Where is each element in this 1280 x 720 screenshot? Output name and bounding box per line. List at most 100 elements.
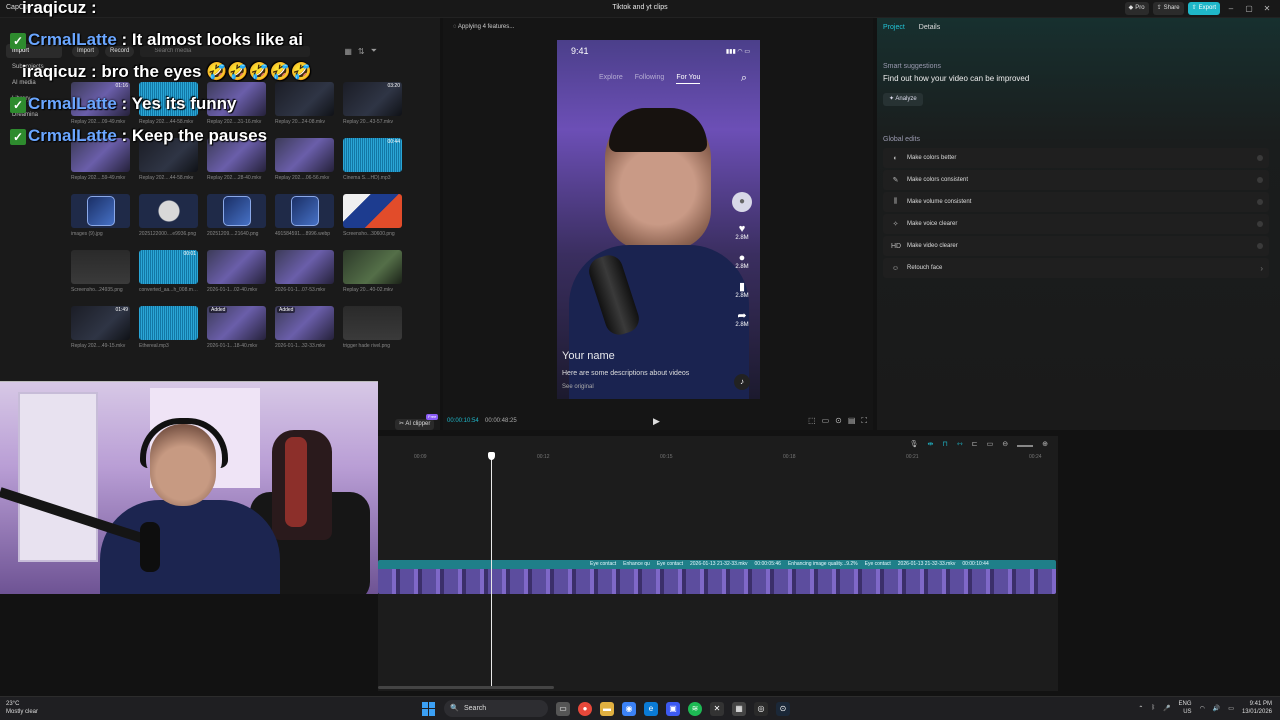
preview-axis-icon[interactable]: ⊏ — [972, 440, 978, 452]
zoom-out-icon[interactable]: ⊖ — [1002, 440, 1008, 452]
steam-icon[interactable]: ⊙ — [776, 701, 790, 716]
pro-button[interactable]: ◆ Pro — [1124, 2, 1149, 15]
obs-icon[interactable]: ◎ — [754, 701, 768, 716]
toggle-indicator[interactable] — [1257, 221, 1263, 227]
media-duration: 00:01 — [183, 251, 196, 257]
crop-icon[interactable]: ⬚ — [808, 416, 816, 426]
wifi-icon[interactable]: ◠ — [1200, 705, 1205, 712]
aspect-icon[interactable]: ▤ — [848, 416, 856, 426]
maximize-icon[interactable]: ▢ — [1242, 2, 1256, 15]
media-item[interactable]: Screensho...24935.png — [71, 250, 130, 293]
media-filename: Replay 202....06-56.mkv — [275, 175, 330, 181]
chat-separator: : — [86, 62, 102, 81]
mic-tray-icon[interactable]: 🎤 — [1163, 705, 1170, 712]
media-thumbnail — [207, 194, 266, 228]
close-icon[interactable]: ✕ — [1260, 2, 1274, 15]
snap-icon[interactable]: ⇿ — [957, 440, 963, 452]
toggle-indicator[interactable] — [1257, 243, 1263, 249]
clip-label: Enhance qu — [623, 561, 650, 567]
edit-make-voice-clearer[interactable]: ✧ Make voice clearer — [883, 214, 1269, 234]
media-item[interactable]: 2025122000....e9936.png — [139, 194, 198, 237]
brush-icon: ✎ — [892, 177, 899, 184]
media-item[interactable]: trigger hade rivel.png — [343, 306, 402, 349]
edit-make-colors-consistent[interactable]: ✎ Make colors consistent — [883, 170, 1269, 190]
media-item[interactable]: 01:49 Replay 202....49-15.mkv — [71, 306, 130, 349]
language-indicator[interactable]: ENG US — [1179, 700, 1192, 716]
tab-details[interactable]: Details — [919, 24, 940, 31]
task-view-icon[interactable]: ▭ — [556, 701, 570, 716]
file-explorer-icon[interactable]: ▬ — [600, 701, 614, 716]
playhead[interactable] — [488, 452, 495, 687]
media-item[interactable]: Replay 20...40-02.mkv — [343, 250, 402, 293]
weather-widget[interactable]: 23°C Mostly clear — [6, 700, 38, 716]
mic-icon[interactable]: 🎙 — [910, 440, 919, 452]
analyze-button[interactable]: ✦ Analyze — [883, 93, 923, 106]
toggle-indicator[interactable] — [1257, 177, 1263, 183]
share-button[interactable]: ⇪ Share — [1152, 2, 1184, 15]
media-thumbnail — [343, 306, 402, 340]
media-item[interactable]: Screensho...30600.png — [343, 194, 402, 237]
filter-icon[interactable]: ⏷ — [371, 46, 377, 56]
media-item[interactable]: Ethereal.mp3 — [139, 306, 198, 349]
toggle-indicator[interactable] — [1257, 199, 1263, 205]
phone-action-rail: ● ♥ 2.8M ● 2.8M ▮ 2.8M ➦ 2.8M — [732, 192, 752, 328]
taskbar-search[interactable]: Search — [444, 700, 548, 717]
ai-clipper-button[interactable]: ✂ AI clipper Free — [395, 414, 439, 430]
spotify-icon[interactable]: ≋ — [688, 701, 702, 716]
media-item[interactable]: 491584591....8996.webp — [275, 194, 334, 237]
media-item[interactable]: Added 2026-01-1...32-33.mkv — [275, 306, 334, 349]
video-preview[interactable]: 9:41 ▮▮▮ ◠ ▭ Explore Following For You ⌕… — [557, 40, 760, 399]
grid-view-icon[interactable]: ▦ — [344, 47, 352, 56]
timeline-scrollbar[interactable] — [378, 686, 554, 689]
timeline-toolbar: 🎙 ⇹ ⊓ ⇿ ⊏ ▭ ⊖ ⊕ — [378, 440, 1058, 452]
checkmark-badge-icon: ✓ — [10, 32, 26, 49]
chrome-icon[interactable]: ● — [578, 701, 592, 716]
media-filename: Screensho...30600.png — [343, 231, 395, 237]
media-item[interactable]: Added 2026-01-1...18-40.mkv — [207, 306, 266, 349]
clock[interactable]: 9:41 PM 13/01/2026 — [1242, 700, 1272, 716]
chat-username: CrmalLatte — [28, 94, 117, 113]
calculator-icon[interactable]: ▦ — [732, 701, 746, 716]
store-icon[interactable]: ▣ — [666, 701, 680, 716]
media-item[interactable]: 00:44 Cinema S....HD).mp3 — [343, 138, 402, 181]
media-item[interactable]: 2026-01-1...02-40.mkv — [207, 250, 266, 293]
media-filename: images (9).jpg — [71, 231, 103, 237]
zoom-slider[interactable] — [1017, 445, 1034, 447]
discord-icon[interactable]: ◉ — [622, 701, 636, 716]
zoom-icon[interactable]: ⊙ — [835, 416, 842, 426]
phone-username: Your name — [562, 350, 615, 362]
battery-icon[interactable]: ▭ — [1228, 705, 1234, 712]
edit-make-volume-consistent[interactable]: ⫼ Make volume consistent — [883, 192, 1269, 212]
ruler-tick: 00:18 — [783, 454, 796, 460]
fullscreen-icon[interactable]: ⛶ — [861, 416, 867, 426]
media-item[interactable]: 20251209....21640.png — [207, 194, 266, 237]
export-button[interactable]: ⇧ Export — [1187, 2, 1220, 15]
media-item[interactable]: images (9).jpg — [71, 194, 130, 237]
current-time: 00:00:10:54 — [447, 418, 479, 424]
bluetooth-icon[interactable]: ᛒ — [1151, 705, 1155, 711]
magnet-icon[interactable]: ⊓ — [942, 440, 947, 452]
media-item[interactable]: 00:01 converted_aa...h_008.mp3 — [139, 250, 198, 293]
play-icon[interactable]: ▶ — [653, 416, 660, 427]
chevron-up-icon[interactable]: ⌃ — [1138, 705, 1143, 712]
caption-icon[interactable]: ▭ — [987, 440, 994, 452]
edit-make-video-clearer[interactable]: HD Make video clearer — [883, 236, 1269, 256]
phone-search-icon: ⌕ — [740, 72, 747, 84]
zoom-in-icon[interactable]: ⊕ — [1042, 440, 1048, 452]
windows-start-icon[interactable] — [422, 701, 436, 716]
link-icon[interactable]: ⇹ — [928, 440, 934, 452]
edit-label: Make volume consistent — [907, 199, 972, 205]
edge-icon[interactable]: e — [644, 701, 658, 716]
sort-icon[interactable]: ⇅ — [358, 47, 365, 56]
volume-tray-icon[interactable]: 🔊 — [1213, 705, 1220, 712]
media-item[interactable]: 03:20 Replay 20...43-57.mkv — [343, 82, 402, 125]
ratio-icon[interactable]: ▭ — [822, 416, 830, 426]
minimize-icon[interactable]: – — [1224, 2, 1238, 15]
toggle-indicator[interactable] — [1257, 155, 1263, 161]
tab-project[interactable]: Project — [883, 24, 905, 31]
edit-make-colors-better[interactable]: ◐ Make colors better — [883, 148, 1269, 168]
media-item[interactable]: 2026-01-1...07-53.mkv — [275, 250, 334, 293]
edit-retouch-face[interactable]: ☺ Retouch face › — [883, 258, 1269, 278]
thumbnail-graphic — [222, 196, 251, 226]
capcut-icon[interactable]: ✕ — [710, 701, 724, 716]
